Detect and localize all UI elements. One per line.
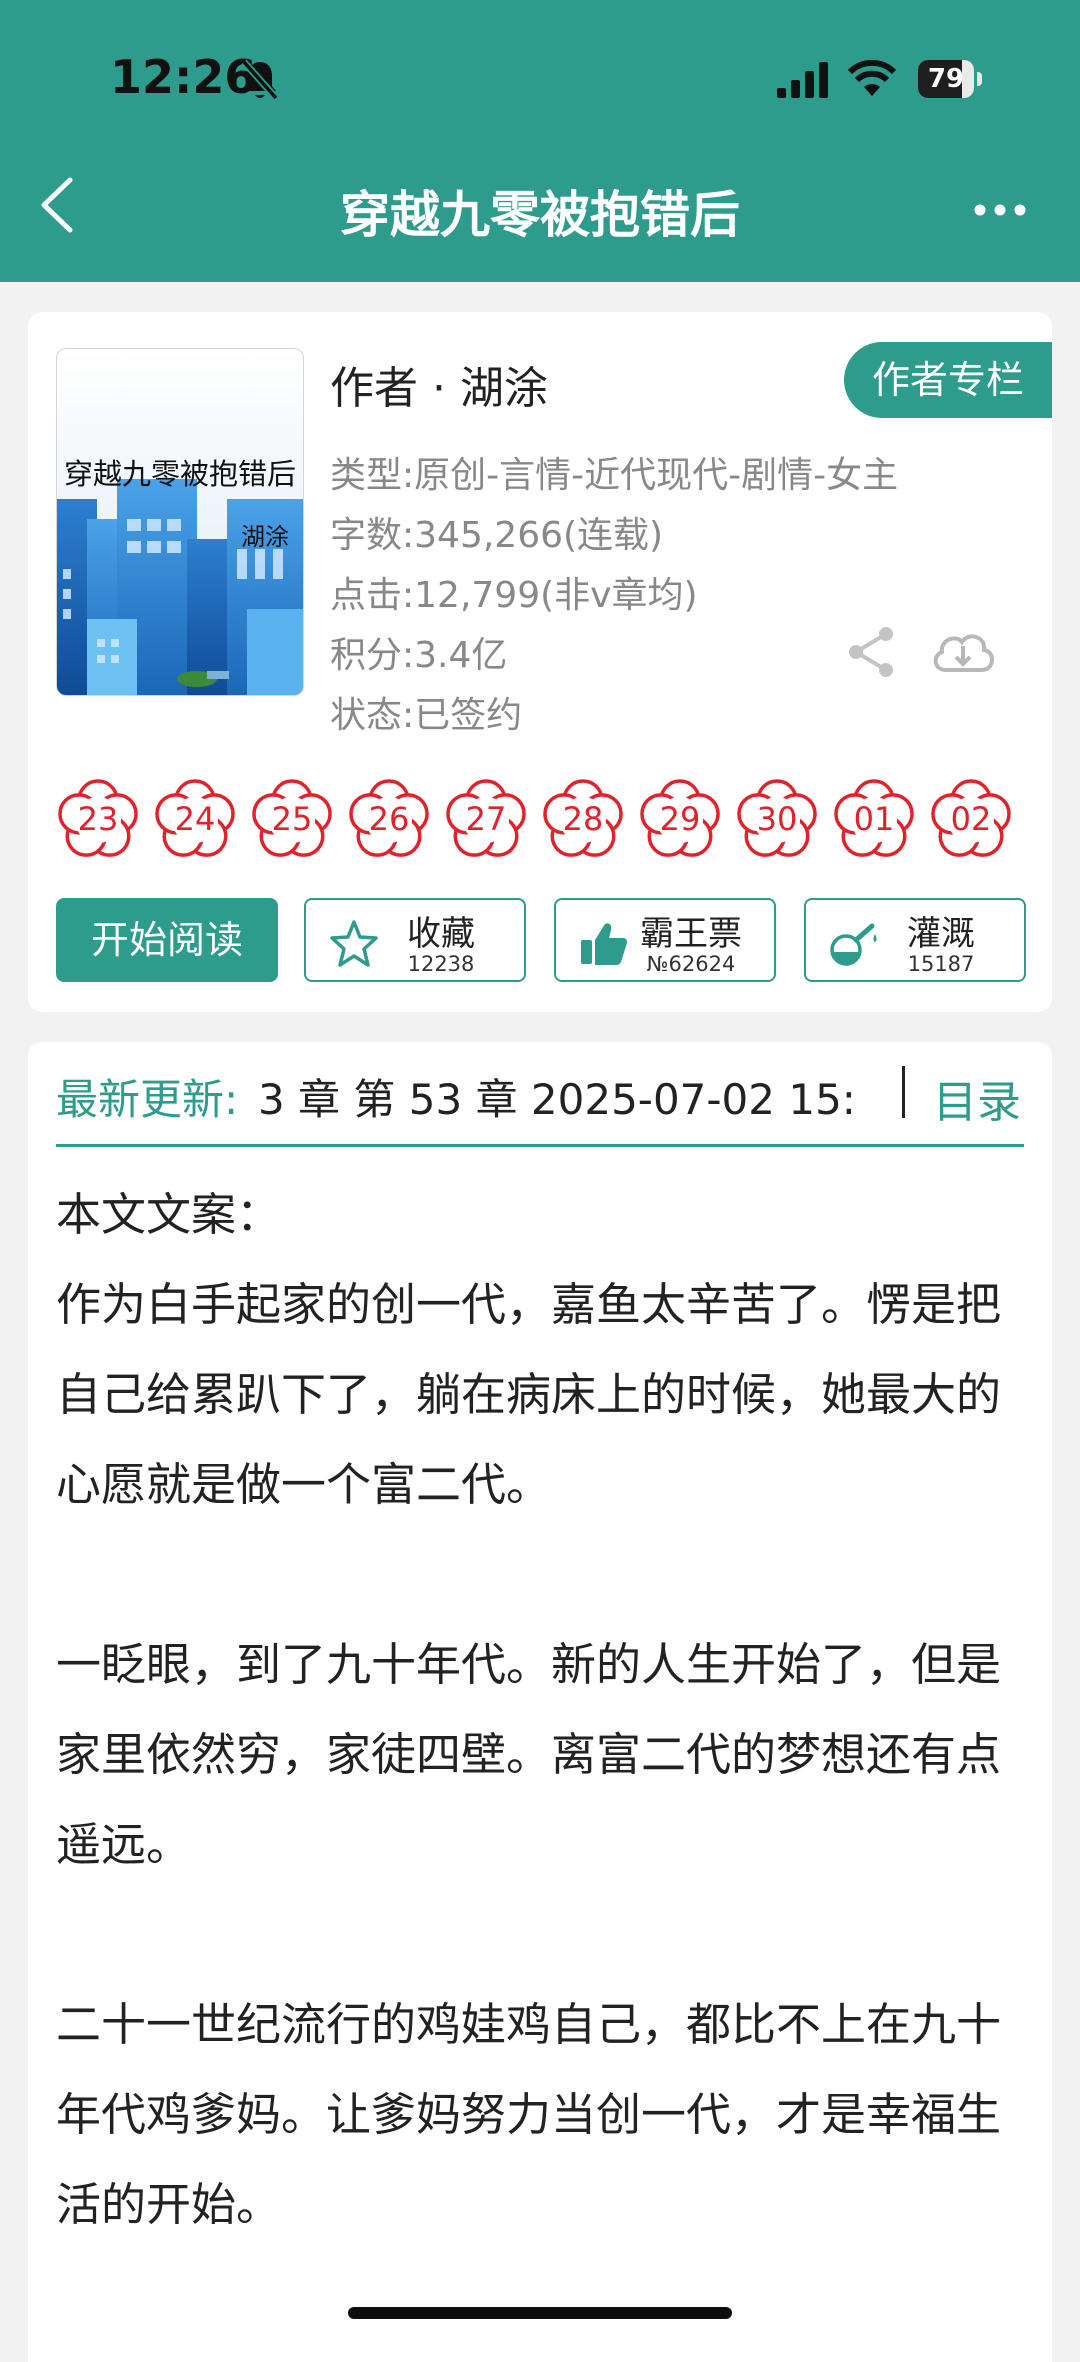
flower-badge[interactable]: 27	[442, 774, 530, 864]
meta-word-count: 字数:345,266(连载)	[330, 515, 664, 556]
battery-level: 79	[927, 64, 965, 94]
flower-day: 01	[853, 800, 895, 838]
share-icon[interactable]	[844, 624, 900, 680]
flower-badge[interactable]: 26	[345, 774, 433, 864]
synopsis-paragraph: 本文文案：	[56, 1188, 282, 1241]
synopsis-paragraph	[56, 1530, 1026, 1620]
flower-day: 02	[950, 800, 992, 838]
flower-day: 28	[562, 800, 604, 838]
favorite-count: 12238	[407, 952, 475, 976]
flower-day: 23	[77, 800, 119, 838]
book-info-card: 穿越九零被抱错后 湖涂 作者 · 湖涂 作者专栏 类型:原创-言情-近代现代-剧…	[28, 312, 1052, 1012]
flower-badge[interactable]: 24	[151, 774, 239, 864]
synopsis-paragraph	[56, 1890, 1026, 1980]
battery-indicator: 79	[918, 60, 984, 98]
synopsis-text: 本文文案： 作为白手起家的创一代，嘉鱼太辛苦了。愣是把自己给累趴下了，躺在病床上的…	[56, 1170, 1026, 2250]
home-indicator[interactable]	[348, 2307, 732, 2319]
irrigate-count: 15187	[907, 952, 975, 976]
flower-day: 27	[465, 800, 507, 838]
irrigate-button[interactable]: 灌溉 15187	[804, 898, 1026, 982]
flower-badge[interactable]: 29	[636, 774, 724, 864]
overlord-ticket-count: №62624	[646, 952, 736, 976]
flower-badge-partial	[1024, 774, 1026, 864]
meta-status: 状态:已签约	[330, 695, 523, 736]
overlord-ticket-label: 霸王票	[640, 914, 742, 954]
flower-badge[interactable]: 02	[927, 774, 1015, 864]
status-time: 12:26	[110, 50, 257, 104]
cover-title: 穿越九零被抱错后	[63, 457, 296, 491]
bell-muted-icon	[241, 59, 279, 101]
book-cover[interactable]: 穿越九零被抱错后 湖涂	[56, 348, 304, 696]
flower-day: 25	[271, 800, 313, 838]
synopsis-card: 最新更新: 3 章 第 53 章 2025-07-02 15: 目录 本文文案：…	[28, 1042, 1052, 2362]
latest-update-label: 最新更新:	[56, 1075, 239, 1124]
meta-clicks: 点击:12,799(非v章均)	[330, 575, 698, 616]
more-options-icon[interactable]	[970, 190, 1030, 230]
app-header: 12:26 79 穿越九零被抱错后	[0, 0, 1080, 282]
meta-score: 积分:3.4亿	[330, 635, 508, 676]
synopsis-paragraph: 一眨眼，到了九十年代。新的人生开始了，但是家里依然穷，家徒四壁。离富二代的梦想还…	[56, 1638, 1002, 1871]
flower-badge[interactable]: 30	[733, 774, 821, 864]
cellular-signal-icon	[777, 62, 828, 98]
latest-update-value[interactable]: 3 章 第 53 章 2025-07-02 15:	[258, 1066, 898, 1127]
table-of-contents-link[interactable]: 目录	[933, 1066, 1021, 1130]
synopsis-paragraph: 二十一世纪流行的鸡娃鸡自己，都比不上在九十年代鸡爹妈。让爹妈努力当创一代，才是幸…	[56, 1998, 1002, 2231]
author-name[interactable]: 作者 · 湖涂	[330, 352, 548, 416]
flower-badge[interactable]: 28	[539, 774, 627, 864]
meta-genre: 类型:原创-言情-近代现代-剧情-女主	[330, 455, 899, 496]
wifi-icon	[848, 59, 896, 96]
favorite-label: 收藏	[407, 914, 475, 954]
page-title: 穿越九零被抱错后	[340, 186, 740, 244]
flower-calendar[interactable]: 23 24 25 26 27 28 29 30 01 02	[54, 774, 1026, 866]
cloud-download-icon[interactable]	[928, 624, 998, 680]
divider	[902, 1066, 905, 1118]
overlord-ticket-button[interactable]: 霸王票 №62624	[554, 898, 776, 982]
section-divider	[56, 1144, 1024, 1147]
flower-day: 26	[368, 800, 410, 838]
flower-badge[interactable]: 01	[830, 774, 918, 864]
flower-day: 29	[659, 800, 701, 838]
favorite-button[interactable]: 收藏 12238	[304, 898, 526, 982]
cover-author: 湖涂	[241, 523, 289, 551]
synopsis-paragraph: 作为白手起家的创一代，嘉鱼太辛苦了。愣是把自己给累趴下了，躺在病床上的时候，她最…	[56, 1278, 1002, 1511]
flower-badge[interactable]: 25	[248, 774, 336, 864]
flower-badge[interactable]: 23	[54, 774, 142, 864]
irrigate-label: 灌溉	[907, 914, 975, 954]
flower-day: 30	[756, 800, 798, 838]
author-column-button[interactable]: 作者专栏	[844, 342, 1052, 418]
start-reading-button[interactable]: 开始阅读	[56, 898, 278, 982]
flower-day: 24	[174, 800, 216, 838]
